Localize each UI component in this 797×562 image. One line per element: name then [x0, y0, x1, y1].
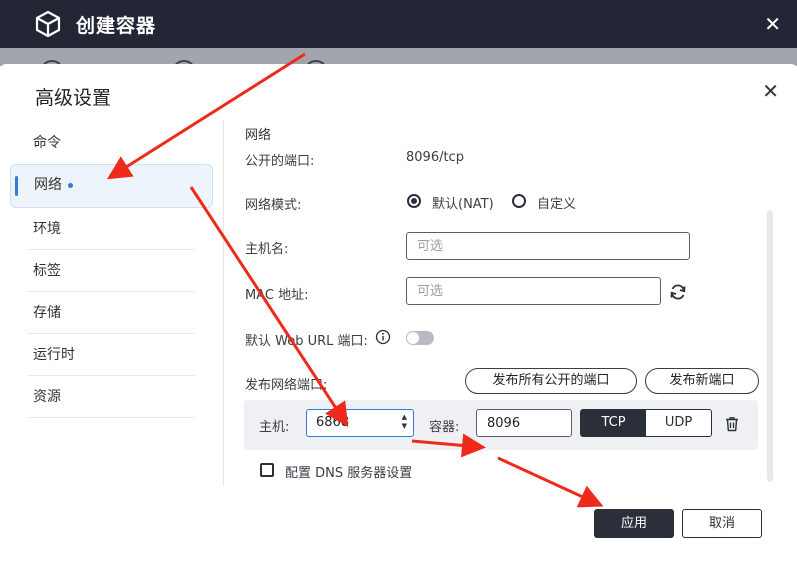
sidebar-item-label: 命令 [33, 135, 61, 151]
published-ports-label: 公开的端口: [245, 154, 315, 169]
info-icon[interactable] [375, 329, 391, 345]
section-title: 网络 [245, 128, 272, 143]
window-header: 创建容器 ✕ [0, 0, 797, 48]
radio-default-nat[interactable] [407, 194, 421, 208]
network-mode-label: 网络模式: [245, 198, 302, 213]
radio-default-nat-label: 默认(NAT) [432, 197, 494, 212]
publish-new-port-button[interactable]: 发布新端口 [645, 368, 759, 394]
sidebar-item-storage[interactable]: 存储 [10, 292, 213, 334]
publish-all-ports-button[interactable]: 发布所有公开的端口 [465, 368, 637, 394]
mac-address-label: MAC 地址: [245, 288, 309, 303]
container-cube-icon [35, 10, 61, 38]
sidebar-item-labels[interactable]: 标签 [10, 250, 213, 292]
advanced-settings-dialog: 高级设置 ✕ 命令 网络 环境 标签 存储 运行时 资源 网络 公开的端口: 8… [0, 64, 797, 562]
sidebar-item-label: 网络 [34, 177, 62, 193]
dns-settings-checkbox[interactable] [260, 463, 274, 477]
settings-sidebar: 命令 网络 环境 标签 存储 运行时 资源 [10, 122, 213, 418]
web-url-port-label: 默认 Web URL 端口: [245, 334, 368, 349]
web-url-port-toggle[interactable] [406, 331, 434, 345]
hostname-input[interactable] [406, 232, 690, 260]
dialog-title: 高级设置 [35, 87, 112, 109]
sidebar-item-label: 存储 [33, 305, 61, 321]
port-mapping-row: 主机: 6868 ▲▼ 容器: TCP UDP [244, 400, 758, 450]
radio-custom-label: 自定义 [537, 197, 577, 212]
content-scrollbar[interactable] [767, 210, 773, 482]
window-close-icon[interactable]: ✕ [764, 12, 781, 36]
stepper-arrows-icon[interactable]: ▲ ▼ [402, 413, 407, 431]
publish-ports-label: 发布网络端口: [245, 378, 328, 393]
dns-settings-label: 配置 DNS 服务器设置 [285, 466, 413, 481]
sidebar-item-resources[interactable]: 资源 [10, 376, 213, 418]
modified-dot-icon [68, 182, 73, 188]
container-port-input[interactable] [476, 409, 572, 437]
published-ports-value: 8096/tcp [406, 150, 464, 165]
sidebar-item-label: 标签 [33, 263, 61, 279]
sidebar-item-command[interactable]: 命令 [10, 122, 213, 164]
container-port-label: 容器: [429, 420, 460, 435]
window-title: 创建容器 [76, 15, 157, 37]
apply-button[interactable]: 应用 [594, 509, 674, 538]
sidebar-item-label: 运行时 [33, 347, 75, 363]
network-settings-panel: 网络 公开的端口: 8096/tcp 网络模式: 默认(NAT) 自定义 主机名… [224, 120, 769, 486]
protocol-udp-button[interactable]: UDP [646, 410, 711, 436]
sidebar-item-runtime[interactable]: 运行时 [10, 334, 213, 376]
hostname-label: 主机名: [245, 242, 289, 257]
radio-custom[interactable] [512, 194, 526, 208]
host-port-label: 主机: [259, 420, 290, 435]
host-port-stepper[interactable]: 6868 ▲ ▼ [306, 409, 414, 437]
protocol-toggle: TCP UDP [580, 409, 712, 437]
host-port-value: 6868 [316, 415, 350, 430]
protocol-tcp-button[interactable]: TCP [581, 410, 646, 436]
mac-address-input[interactable] [406, 277, 661, 305]
sidebar-item-network[interactable]: 网络 [10, 164, 213, 208]
trash-icon[interactable] [723, 415, 741, 433]
refresh-icon[interactable] [668, 282, 688, 302]
sidebar-item-label: 环境 [33, 221, 61, 237]
cancel-button[interactable]: 取消 [682, 509, 762, 538]
sidebar-item-label: 资源 [33, 389, 61, 405]
dialog-close-icon[interactable]: ✕ [762, 79, 779, 103]
sidebar-item-environment[interactable]: 环境 [10, 208, 213, 250]
